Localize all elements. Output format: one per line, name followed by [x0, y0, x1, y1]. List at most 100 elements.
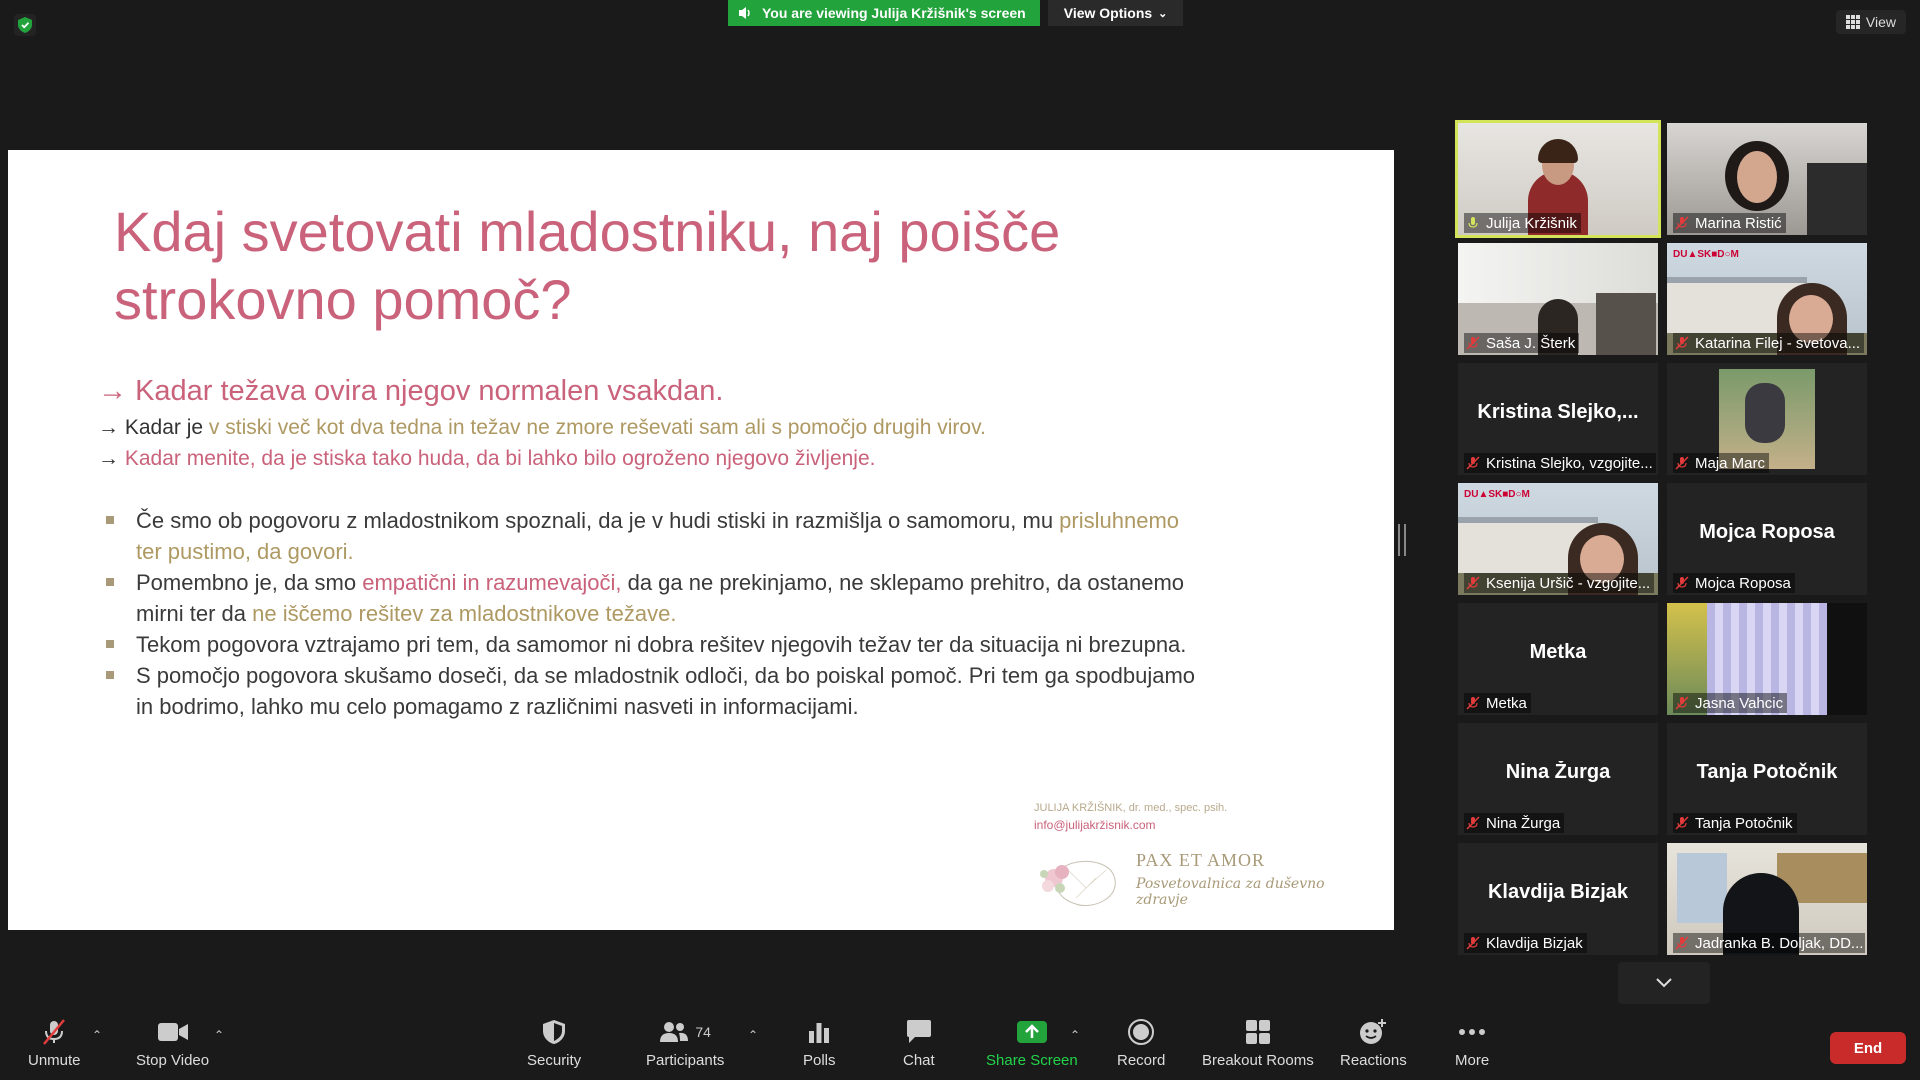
view-options-button[interactable]: View Options ⌄ — [1047, 0, 1184, 26]
participant-tile[interactable]: Tanja Potočnik Tanja Potočnik — [1667, 723, 1867, 835]
split-resize-handle[interactable] — [1398, 524, 1406, 556]
slide-author: JULIJA KRŽIŠNIK, dr. med., spec. psih. — [1034, 802, 1228, 814]
participant-name-tag: Saša J. Šterk — [1464, 333, 1580, 353]
video-camera-icon — [157, 1023, 188, 1041]
gallery-next-page-button[interactable] — [1618, 962, 1710, 1004]
participant-name-tag: Tanja Potočnik — [1673, 813, 1797, 833]
participant-tile[interactable]: Maja Marc — [1667, 363, 1867, 475]
reactions-button[interactable]: Reactions — [1340, 1018, 1407, 1069]
encryption-shield-icon[interactable] — [14, 14, 36, 36]
speaker-icon — [739, 7, 750, 19]
stop-video-button[interactable]: Stop Video — [136, 1018, 209, 1069]
participant-display-name: Metka — [1529, 641, 1587, 663]
participant-name: Marina Ristić — [1695, 214, 1782, 232]
slide-email: info@julijakržisnik.com — [1034, 818, 1156, 832]
logo-subtitle: Posvetovalnica za duševno zdravje — [1136, 876, 1325, 908]
participant-tile[interactable]: Kristina Slejko,... Kristina Slejko, vzgo… — [1458, 363, 1658, 475]
participant-name: Tanja Potočnik — [1695, 814, 1793, 832]
share-options-caret-icon[interactable]: ⌃ — [1070, 1028, 1080, 1042]
polls-label: Polls — [803, 1052, 836, 1069]
arrow-icon: → — [98, 447, 119, 470]
slide-sub-point-2: → Kadar menite, da je stiska tako huda, … — [98, 447, 875, 471]
reactions-label: Reactions — [1340, 1052, 1407, 1069]
video-options-caret-icon[interactable]: ⌃ — [214, 1028, 224, 1042]
participant-tile[interactable]: Julija Kržišnik — [1455, 120, 1661, 238]
participant-tile[interactable]: Mojca Roposa Mojca Roposa — [1667, 483, 1867, 595]
sub1-plain: Kadar je — [124, 416, 209, 439]
breakout-rooms-label: Breakout Rooms — [1202, 1052, 1314, 1069]
bullet-3-text: Tekom pogovora vztrajamo pri tem, da sam… — [136, 632, 1187, 657]
participant-tile[interactable]: DU▲SK■D○M Katarina Filej - svetova... — [1667, 243, 1867, 355]
microphone-muted-icon — [1466, 936, 1480, 950]
share-screen-button[interactable]: Share Screen — [986, 1018, 1078, 1069]
record-label: Record — [1117, 1052, 1166, 1069]
participant-name-tag: Jadranka B. Doljak, DD... — [1673, 933, 1865, 953]
unmute-button[interactable]: Unmute — [28, 1018, 81, 1069]
microphone-muted-icon — [1466, 576, 1480, 590]
bar-chart-icon — [809, 1023, 830, 1043]
slide-sub-point-1: → Kadar je v stiski več kot dva tedna in… — [98, 416, 986, 440]
participant-name-tag: Julija Kržišnik — [1464, 213, 1581, 233]
participant-display-name: Klavdija Bizjak — [1487, 881, 1629, 903]
share-screen-label: Share Screen — [986, 1052, 1078, 1069]
audio-options-caret-icon[interactable]: ⌃ — [92, 1028, 102, 1042]
view-label: View — [1865, 14, 1896, 30]
bullet-2-highlight-pink: empatični in razumevajoči, — [362, 570, 622, 595]
participant-tile[interactable]: Klavdija Bizjak Klavdija Bizjak — [1458, 843, 1658, 955]
security-button[interactable]: Security — [527, 1018, 581, 1069]
emoji-plus-icon — [1360, 1019, 1387, 1044]
participant-tile[interactable]: Saša J. Šterk — [1458, 243, 1658, 355]
end-meeting-button[interactable]: End — [1830, 1032, 1906, 1064]
participant-name: Klavdija Bizjak — [1486, 934, 1583, 952]
microphone-muted-icon — [1675, 936, 1689, 950]
participant-tile[interactable]: Nina Žurga Nina Žurga — [1458, 723, 1658, 835]
unmute-label: Unmute — [28, 1052, 81, 1069]
microphone-muted-icon — [1675, 456, 1689, 470]
participant-tile[interactable]: DU▲SK■D○M Ksenija Uršič - vzgojite... — [1458, 483, 1658, 595]
participants-button[interactable]: 74 Participants — [646, 1018, 724, 1069]
bullet-4: S pomočjo pogovora skušamo doseči, da se… — [98, 660, 1208, 722]
bullet-2-text-a: Pomembno je, da smo — [136, 570, 363, 595]
microphone-muted-icon — [1675, 576, 1689, 590]
polls-button[interactable]: Polls — [803, 1018, 836, 1069]
participant-name-tag: Mojca Roposa — [1673, 573, 1795, 593]
view-layout-button[interactable]: View — [1835, 10, 1906, 34]
participants-options-caret-icon[interactable]: ⌃ — [748, 1028, 758, 1042]
breakout-rooms-button[interactable]: Breakout Rooms — [1202, 1018, 1314, 1069]
more-button[interactable]: More — [1455, 1018, 1489, 1069]
participant-tile[interactable]: Marina Ristić — [1667, 123, 1867, 235]
logo-title: PAX ET AMOR — [1136, 850, 1266, 870]
chevron-down-icon: ⌄ — [1158, 7, 1168, 20]
participant-name: Kristina Slejko, vzgojite... — [1486, 454, 1653, 472]
breakout-rooms-icon — [1245, 1020, 1270, 1044]
record-icon — [1128, 1019, 1155, 1045]
stop-video-label: Stop Video — [136, 1052, 210, 1069]
shield-icon — [543, 1020, 566, 1044]
microphone-muted-icon — [1675, 216, 1689, 230]
bullet-square-icon — [106, 640, 114, 648]
participant-name: Maja Marc — [1695, 454, 1766, 472]
participant-name-tag: Nina Žurga — [1464, 813, 1565, 833]
participant-tile[interactable]: Jadranka B. Doljak, DD... — [1667, 843, 1867, 955]
slide-title: Kdaj svetovati mladostniku, naj poišče s… — [114, 200, 1061, 331]
flower-brain-logo-icon — [1040, 861, 1116, 906]
bullet-1-text: Če smo ob pogovoru z mladostnikom spozna… — [136, 508, 1060, 533]
participant-tile[interactable]: Jasna Vahcic — [1667, 603, 1867, 715]
participant-name: Metka — [1486, 694, 1527, 712]
chat-label: Chat — [903, 1052, 935, 1069]
bullet-2-highlight-gold: ne iščemo rešitev za mladostnikove težav… — [252, 601, 677, 626]
participants-count: 74 — [695, 1024, 711, 1040]
participant-tile[interactable]: Metka Metka — [1458, 603, 1658, 715]
people-icon — [660, 1022, 689, 1042]
participant-name-tag: Klavdija Bizjak — [1464, 933, 1587, 953]
screen-share-banner: You are viewing Julija Kržišnik's screen… — [728, 0, 1184, 26]
bullet-square-icon — [106, 671, 114, 679]
chat-button[interactable]: Chat — [903, 1018, 935, 1069]
participant-name: Julija Kržišnik — [1486, 214, 1577, 232]
participant-display-name: Kristina Slejko,... — [1477, 401, 1639, 423]
pax-et-amor-logo: PAX ET AMOR Posvetovalnica za duševno zd… — [1036, 844, 1376, 916]
participant-display-name: Nina Žurga — [1505, 761, 1611, 783]
view-options-label: View Options — [1063, 5, 1153, 21]
record-button[interactable]: Record — [1117, 1018, 1165, 1069]
participant-name: Ksenija Uršič - vzgojite... — [1486, 574, 1651, 592]
